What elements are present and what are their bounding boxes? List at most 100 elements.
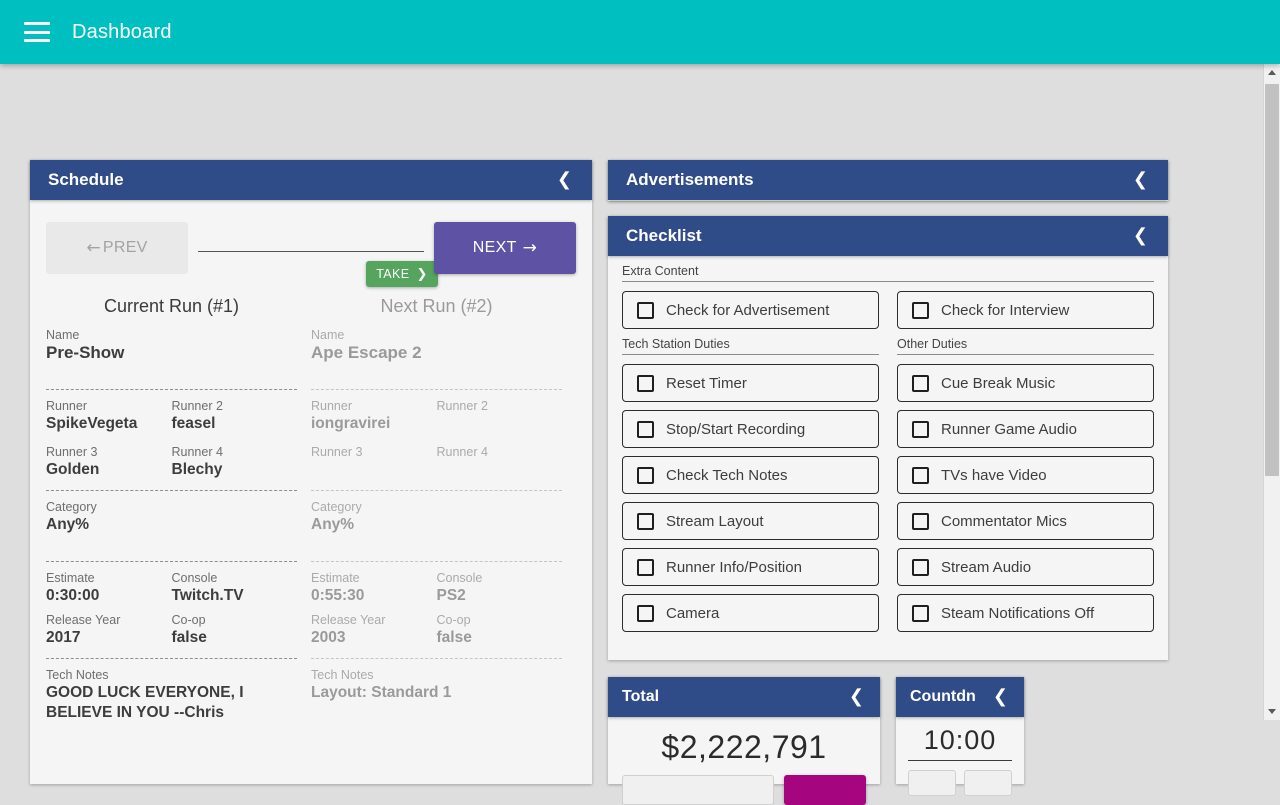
chevron-left-icon[interactable]: ❮ — [1131, 227, 1150, 245]
current-runners-row-2: Runner 3 Golden Runner 4 Blechy — [46, 444, 297, 480]
next-category-section: Category Any% — [311, 499, 562, 541]
checkbox-icon[interactable] — [637, 558, 654, 576]
total-submit-button[interactable] — [784, 775, 866, 805]
current-runner2-label: Runner 2 — [171, 399, 223, 413]
checklist-item[interactable]: Check for Interview — [897, 291, 1154, 329]
chevron-left-icon[interactable]: ❮ — [1131, 171, 1150, 189]
current-run-heading: Current Run (#1) — [103, 296, 240, 316]
current-release-row: Release Year 2017 Co-op false — [46, 612, 297, 648]
checklist-item-label: Camera — [666, 604, 720, 622]
hamburger-menu-icon[interactable] — [24, 22, 50, 42]
checklist-item[interactable]: TVs have Video — [897, 456, 1154, 494]
checklist-item[interactable]: Steam Notifications Off — [897, 594, 1154, 632]
checkbox-icon[interactable] — [912, 374, 929, 392]
current-console-value: Twitch.TV — [171, 587, 244, 604]
current-category-label: Category — [46, 500, 97, 514]
current-coop-label: Co-op — [171, 613, 206, 627]
current-divider-2 — [46, 490, 297, 491]
current-coop-field: Co-op false — [172, 612, 298, 648]
checkbox-icon[interactable] — [637, 374, 654, 392]
checkbox-icon[interactable] — [912, 512, 929, 530]
schedule-nav-row: ← PREV TAKE ❯ NEXT → — [46, 222, 576, 288]
current-runner3-field: Runner 3 Golden — [46, 444, 172, 480]
tech-station-column: Reset Timer Stop/Start Recording Check T… — [622, 364, 879, 640]
countdown-button-right[interactable] — [964, 770, 1012, 796]
triangle-down-icon[interactable] — [1264, 703, 1280, 720]
other-duties-column: Cue Break Music Runner Game Audio TVs ha… — [897, 364, 1154, 640]
checkbox-icon[interactable] — [637, 466, 654, 484]
current-runner3-value: Golden — [46, 461, 100, 478]
schedule-panel-title: Schedule — [48, 170, 124, 189]
checkbox-icon[interactable] — [912, 466, 929, 484]
checklist-item[interactable]: Runner Info/Position — [622, 548, 879, 586]
checklist-item-label: Runner Info/Position — [666, 558, 802, 576]
checkbox-icon[interactable] — [637, 301, 654, 319]
current-console-label: Console — [171, 571, 218, 585]
vertical-scrollbar[interactable] — [1263, 64, 1280, 720]
next-console-field: Console PS2 — [437, 570, 563, 606]
next-divider-2 — [311, 490, 562, 491]
total-amount-input[interactable] — [622, 775, 774, 805]
next-console-label: Console — [436, 571, 483, 585]
countdown-button-left[interactable] — [908, 770, 956, 796]
nav-divider-line — [198, 251, 424, 252]
prev-run-button[interactable]: ← PREV — [46, 222, 188, 274]
duties-section-labels: Tech Station Duties Other Duties — [622, 337, 1154, 364]
menu-bar-1 — [24, 22, 50, 25]
take-button[interactable]: TAKE ❯ — [366, 261, 438, 287]
checkbox-icon[interactable] — [912, 420, 929, 438]
checklist-panel-header: Checklist ❮ — [608, 216, 1168, 256]
next-estimate-row: Estimate 0:55:30 Console PS2 — [311, 570, 562, 606]
next-run-button[interactable]: NEXT → — [434, 222, 576, 274]
take-label: TAKE — [376, 267, 410, 281]
current-divider-3 — [46, 561, 297, 562]
current-runner2-value: feasel — [171, 415, 216, 432]
checkbox-icon[interactable] — [912, 301, 929, 319]
checkbox-icon[interactable] — [912, 558, 929, 576]
checkbox-icon[interactable] — [637, 604, 654, 622]
checklist-item[interactable]: Commentator Mics — [897, 502, 1154, 540]
chevron-left-icon[interactable]: ❮ — [847, 688, 866, 706]
next-runner3-value — [311, 460, 429, 480]
checklist-item[interactable]: Cue Break Music — [897, 364, 1154, 402]
checklist-item[interactable]: Stop/Start Recording — [622, 410, 879, 448]
total-amount-value: $2,222,791 — [661, 729, 827, 765]
chevron-left-icon[interactable]: ❮ — [555, 171, 574, 189]
checklist-item[interactable]: Reset Timer — [622, 364, 879, 402]
checklist-item[interactable]: Check for Advertisement — [622, 291, 879, 329]
next-runner4-field: Runner 4 — [437, 444, 563, 480]
checklist-item[interactable]: Runner Game Audio — [897, 410, 1154, 448]
checklist-item-label: Steam Notifications Off — [941, 604, 1095, 622]
total-controls-row — [608, 767, 880, 805]
current-console-field: Console Twitch.TV — [172, 570, 298, 606]
checklist-item[interactable]: Camera — [622, 594, 879, 632]
countdown-panel-header: Countdn ❮ — [896, 677, 1024, 717]
checklist-item-label: Check for Interview — [941, 301, 1070, 319]
checklist-item-label: Stream Audio — [941, 558, 1032, 576]
checklist-item[interactable]: Stream Audio — [897, 548, 1154, 586]
other-duties-section-label: Other Duties — [897, 337, 1154, 355]
current-runner4-field: Runner 4 Blechy — [172, 444, 298, 480]
checklist-item[interactable]: Check Tech Notes — [622, 456, 879, 494]
runs-container: Current Run (#1) Name Pre-Show Runner Sp… — [30, 288, 592, 729]
next-notes-label: Tech Notes — [311, 668, 374, 682]
scrollbar-thumb[interactable] — [1265, 84, 1279, 476]
countdown-time-input[interactable]: 10:00 — [908, 725, 1012, 761]
next-release-value: 2003 — [311, 629, 346, 646]
triangle-up-icon[interactable] — [1264, 64, 1280, 81]
chevron-left-icon[interactable]: ❮ — [991, 688, 1010, 706]
next-runner-label: Runner — [311, 399, 352, 413]
next-runner2-value — [437, 414, 555, 434]
advertisements-panel-header: Advertisements ❮ — [608, 160, 1168, 200]
checkbox-icon[interactable] — [637, 512, 654, 530]
next-runner2-field: Runner 2 — [437, 398, 563, 434]
checkbox-icon[interactable] — [912, 604, 929, 622]
checklist-item[interactable]: Stream Layout — [622, 502, 879, 540]
checkbox-icon[interactable] — [637, 420, 654, 438]
current-release-label: Release Year — [46, 613, 121, 627]
current-run-column: Current Run (#1) Name Pre-Show Runner Sp… — [46, 288, 311, 729]
next-name-label: Name — [311, 328, 345, 342]
next-runner4-value — [437, 460, 555, 480]
current-runner3-label: Runner 3 — [46, 445, 98, 459]
next-coop-value: false — [436, 629, 472, 646]
